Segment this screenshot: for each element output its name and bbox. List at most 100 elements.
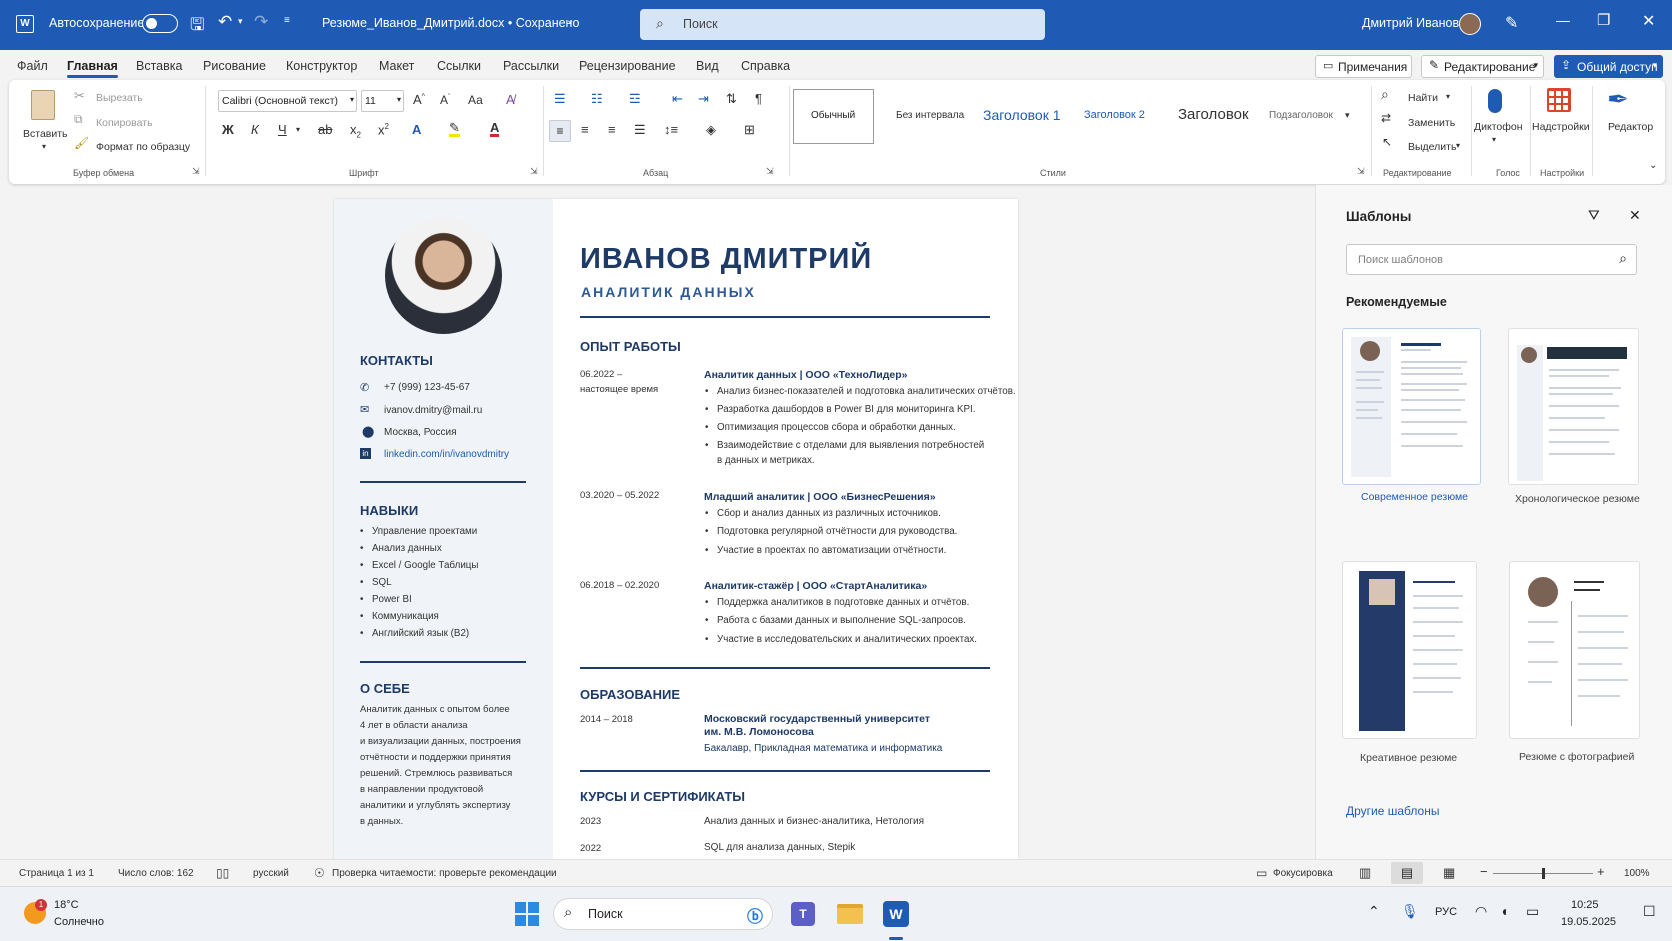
font-name-select[interactable]: Calibri (Основной текст) ▾	[218, 90, 357, 112]
customize-toolbar-icon[interactable]: ≡	[284, 15, 290, 26]
editing-mode-button[interactable]: ✎ Редактирование ▾	[1421, 55, 1544, 78]
style-no-spacing[interactable]: Без интервала	[896, 110, 964, 121]
tab-mailings[interactable]: Рассылки	[503, 59, 559, 73]
undo-dropdown-icon[interactable]: ▾	[238, 16, 243, 27]
word-count[interactable]: Число слов: 162	[118, 868, 194, 879]
document-page[interactable]: КОНТАКТЫ ✆ +7 (999) 123-45-67 ✉ ivanov.d…	[334, 199, 1018, 859]
input-language[interactable]: РУС	[1435, 906, 1457, 918]
teams-icon[interactable]: T	[791, 902, 815, 926]
underline-button[interactable]: Ч	[278, 122, 287, 137]
styles-launcher-icon[interactable]: ⇲	[1357, 166, 1365, 177]
document-title[interactable]: Резюме_Иванов_Дмитрий.docx • Сохранено	[322, 16, 579, 30]
battery-icon[interactable]: ▭	[1526, 903, 1539, 920]
autosave-toggle[interactable]	[142, 14, 178, 33]
save-icon[interactable]: 🖫	[190, 12, 204, 41]
weather-desc[interactable]: Солнечно	[54, 916, 104, 928]
addins-icon[interactable]	[1547, 88, 1571, 112]
align-right-icon[interactable]: ≡	[608, 122, 616, 137]
tab-file[interactable]: Файл	[17, 59, 48, 73]
search-box[interactable]: ⌕ Поиск	[640, 9, 1045, 40]
highlight-icon[interactable]: ✎	[449, 121, 460, 137]
contact-linkedin[interactable]: linkedin.com/in/ivanovdmitry	[384, 449, 509, 460]
clipboard-launcher-icon[interactable]: ⇲	[192, 166, 200, 177]
template-card-photo[interactable]	[1509, 561, 1640, 739]
editor-button[interactable]: Редактор	[1608, 121, 1653, 133]
shading-icon[interactable]: ◈	[706, 122, 716, 138]
style-title[interactable]: Заголовок	[1178, 106, 1249, 123]
share-button[interactable]: ⇪ Общий доступ ▾	[1554, 55, 1663, 78]
paste-chevron-icon[interactable]: ▾	[42, 142, 46, 151]
template-label-chronological[interactable]: Хронологическое резюме	[1515, 493, 1640, 505]
bing-icon[interactable]: ⓑ	[747, 903, 763, 927]
paste-button[interactable]: Вставить	[23, 128, 68, 140]
print-layout-icon[interactable]: ▤	[1391, 862, 1423, 884]
avatar[interactable]	[1459, 13, 1481, 35]
italic-button[interactable]: К	[251, 122, 259, 137]
tab-review[interactable]: Рецензирование	[579, 59, 676, 73]
collapse-ribbon-icon[interactable]: ⌄	[1649, 160, 1657, 171]
web-layout-icon[interactable]: ▦	[1443, 865, 1455, 881]
template-label-modern[interactable]: Современное резюме	[1361, 491, 1468, 503]
decrease-indent-icon[interactable]: ⇤	[672, 91, 683, 107]
word-taskbar-icon[interactable]: W	[883, 901, 909, 927]
template-card-modern[interactable]	[1342, 328, 1481, 485]
template-search-input[interactable]: Поиск шаблонов ⌕	[1346, 244, 1637, 275]
select-dropdown-icon[interactable]: ▾	[1456, 141, 1460, 150]
style-normal[interactable]: Обычный	[793, 89, 874, 144]
style-subtitle[interactable]: Подзаголовок	[1269, 110, 1333, 121]
tab-layout[interactable]: Макет	[379, 59, 414, 73]
font-launcher-icon[interactable]: ⇲	[530, 166, 538, 177]
tab-view[interactable]: Вид	[696, 59, 719, 73]
text-effects-icon[interactable]: A	[412, 122, 421, 137]
replace-button[interactable]: Заменить	[1408, 117, 1455, 129]
tab-references[interactable]: Ссылки	[437, 59, 481, 73]
doc-title-chevron-icon[interactable]: ⌄	[566, 15, 574, 26]
strikethrough-icon[interactable]: ab	[318, 122, 332, 137]
microphone-icon[interactable]	[1488, 89, 1502, 113]
underline-dropdown-icon[interactable]: ▾	[296, 125, 300, 134]
bold-button[interactable]: Ж	[222, 122, 234, 137]
shrink-font-icon[interactable]: Aˇ	[440, 93, 450, 107]
change-case-button[interactable]: Аа	[468, 93, 483, 107]
dictate-button[interactable]: Диктофон	[1474, 121, 1523, 133]
style-heading-2[interactable]: Заголовок 2	[1084, 109, 1145, 121]
font-color-icon[interactable]: A	[490, 121, 500, 137]
template-label-photo[interactable]: Резюме с фотографией	[1519, 751, 1634, 763]
font-size-select[interactable]: 11 ▾	[361, 90, 404, 112]
minimize-icon[interactable]: —	[1556, 12, 1570, 28]
addins-button[interactable]: Надстройки	[1532, 121, 1590, 133]
styles-scroll-icon[interactable]: ▾	[1345, 110, 1350, 121]
zoom-slider-track[interactable]	[1493, 868, 1593, 879]
show-marks-icon[interactable]: ¶	[755, 91, 762, 106]
file-explorer-icon[interactable]	[837, 904, 863, 924]
read-mode-icon[interactable]: ▥	[1359, 865, 1371, 881]
tab-help[interactable]: Справка	[741, 59, 790, 73]
grow-font-icon[interactable]: A^	[413, 92, 425, 107]
align-center-icon[interactable]: ≡	[581, 122, 589, 137]
align-left-icon[interactable]: ≡	[549, 120, 571, 142]
language-status[interactable]: русский	[253, 868, 289, 879]
more-templates-link[interactable]: Другие шаблоны	[1346, 804, 1439, 818]
style-heading-1[interactable]: Заголовок 1	[983, 107, 1061, 123]
sort-icon[interactable]: ⇅	[726, 91, 737, 107]
user-name[interactable]: Дмитрий Иванов	[1362, 16, 1459, 30]
find-button[interactable]: Найти	[1408, 92, 1438, 104]
undo-icon[interactable]: ↶	[218, 12, 232, 32]
filter-icon[interactable]: ⛛	[1588, 207, 1600, 224]
word-app-icon[interactable]: W	[16, 15, 34, 33]
template-label-creative[interactable]: Креативное резюме	[1360, 752, 1457, 764]
clock-time[interactable]: 10:25	[1571, 899, 1599, 911]
multilevel-list-icon[interactable]: ☲	[629, 91, 641, 107]
zoom-slider-thumb[interactable]	[1542, 868, 1545, 879]
subscript-icon[interactable]: x2	[350, 122, 361, 140]
start-icon[interactable]	[515, 902, 539, 926]
borders-icon[interactable]: ⊞	[744, 122, 755, 138]
pen-icon[interactable]: ✎	[1505, 13, 1518, 33]
bullets-icon[interactable]: ☰	[554, 91, 566, 107]
paste-icon[interactable]	[31, 90, 55, 120]
select-button[interactable]: Выделить	[1408, 141, 1456, 153]
accessibility-status[interactable]: Проверка читаемости: проверьте рекоменда…	[332, 868, 557, 879]
microphone-tray-icon[interactable]: 🎙	[1401, 903, 1419, 920]
increase-indent-icon[interactable]: ⇥	[698, 91, 709, 107]
tab-design[interactable]: Конструктор	[286, 59, 357, 73]
